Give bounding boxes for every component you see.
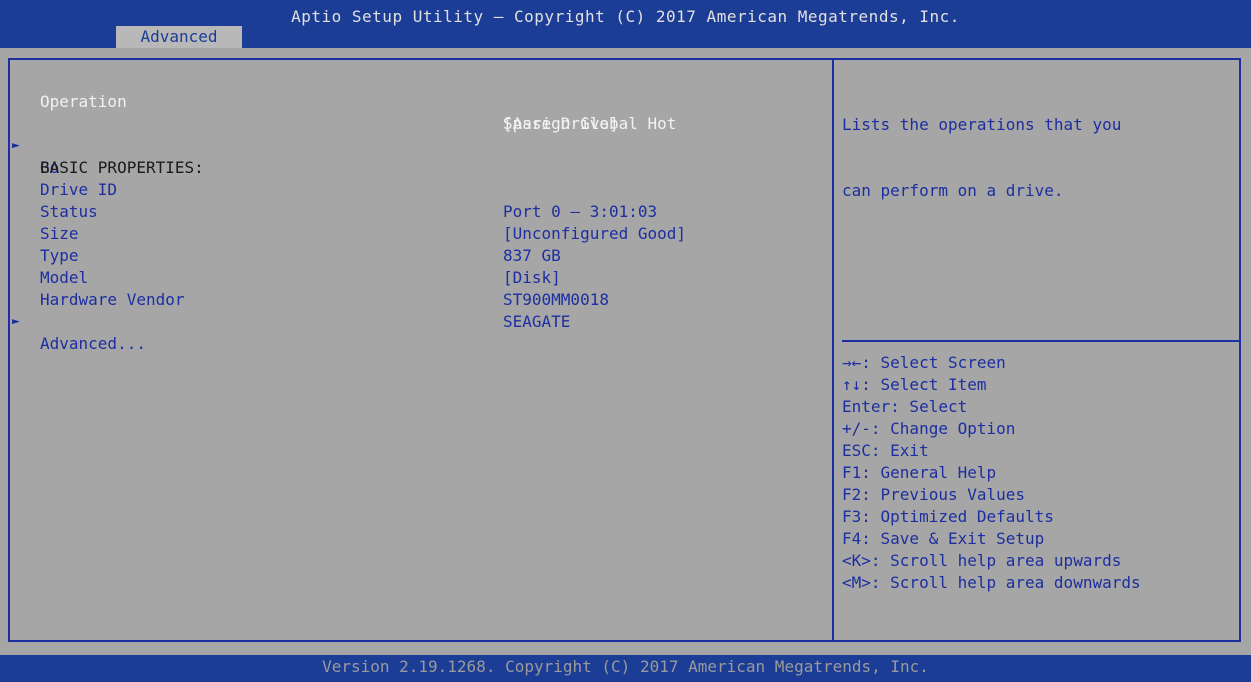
advanced-label: Advanced...	[40, 334, 146, 353]
menu-item-advanced[interactable]: ► Advanced...	[0, 289, 830, 353]
property-row-size: Size 837 GB	[0, 201, 830, 265]
key-hint-select-screen: →←: Select Screen	[842, 353, 1006, 372]
help-divider	[842, 340, 1241, 342]
main-panel: Operation [Assign Global Hot Spare Drive…	[0, 48, 1251, 655]
key-hint-optimized-defaults: F3: Optimized Defaults	[842, 507, 1054, 526]
version-text: Version 2.19.1268. Copyright (C) 2017 Am…	[322, 657, 929, 676]
key-hint-scroll-up: <K>: Scroll help area upwards	[842, 551, 1122, 570]
key-hint-select-item: ↑↓: Select Item	[842, 375, 987, 394]
key-hint-scroll-down: <M>: Scroll help area downwards	[842, 573, 1141, 592]
key-hint-exit: ESC: Exit	[842, 441, 929, 460]
property-row-model: Model ST900MM0018	[0, 245, 830, 309]
window-title: Aptio Setup Utility – Copyright (C) 2017…	[291, 7, 960, 26]
help-line: can perform on a drive.	[842, 181, 1064, 200]
help-description: Lists the operations that you can perfor…	[842, 70, 1237, 246]
vertical-divider	[832, 58, 834, 642]
property-row-hardware-vendor: Hardware Vendor SEAGATE	[0, 267, 830, 331]
key-hint-save-exit: F4: Save & Exit Setup	[842, 529, 1045, 548]
property-value: SEAGATE	[503, 312, 571, 331]
key-hint-change-option: +/-: Change Option	[842, 419, 1016, 438]
tab-advanced[interactable]: Advanced	[116, 26, 242, 48]
menu-item-go[interactable]: ► Go	[0, 113, 830, 177]
key-hint-general-help: F1: General Help	[842, 463, 997, 482]
help-line: Lists the operations that you	[842, 115, 1122, 134]
setting-operation[interactable]: Operation [Assign Global Hot	[0, 69, 830, 133]
setting-operation-continued: Spare Drive]	[0, 91, 830, 133]
title-bar: Aptio Setup Utility – Copyright (C) 2017…	[0, 0, 1251, 48]
property-row-type[interactable]: Type [Disk]	[0, 223, 830, 287]
submenu-arrow-icon: ►	[12, 314, 20, 329]
key-hint-previous-values: F2: Previous Values	[842, 485, 1026, 504]
footer-bar: Version 2.19.1268. Copyright (C) 2017 Am…	[0, 655, 1251, 682]
property-row-status[interactable]: Status [Unconfigured Good]	[0, 179, 830, 243]
key-hint-enter: Enter: Select	[842, 397, 968, 416]
key-legend: →←: Select Screen ↑↓: Select Item Enter:…	[842, 352, 1237, 594]
basic-properties-heading: BASIC PROPERTIES:	[0, 135, 830, 177]
property-row-drive-id: Drive ID Port 0 – 3:01:03	[0, 157, 830, 221]
